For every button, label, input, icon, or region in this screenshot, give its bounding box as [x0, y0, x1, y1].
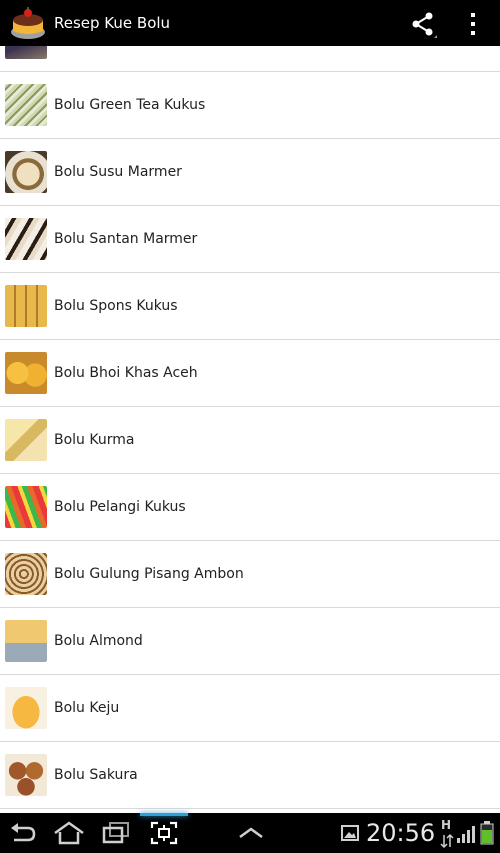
- list-item-label: Bolu Susu Marmer: [54, 164, 182, 180]
- clock: 20:56: [366, 819, 436, 847]
- recipe-thumbnail: [5, 46, 47, 59]
- list-item[interactable]: Bolu Kurma: [0, 407, 500, 474]
- recipe-thumbnail: [5, 285, 47, 327]
- action-bar: Resep Kue Bolu: [0, 0, 500, 46]
- recipe-thumbnail: [5, 84, 47, 126]
- list-item-label: Bolu Sakura: [54, 767, 138, 783]
- system-bar: 20:56 H: [0, 813, 500, 853]
- list-item[interactable]: Bolu Susu Marmer: [0, 139, 500, 206]
- signal-icon: [457, 826, 475, 843]
- list-item[interactable]: Bolu Gulung Pisang Ambon: [0, 541, 500, 608]
- menu-up-icon[interactable]: [236, 820, 266, 846]
- recipe-thumbnail: [5, 553, 47, 595]
- active-indicator: [140, 813, 188, 816]
- list-item-label: Bolu Almond: [54, 633, 143, 649]
- list-item[interactable]: Bolu Sakura: [0, 742, 500, 809]
- list-item[interactable]: Bolu Keju: [0, 675, 500, 742]
- list-item[interactable]: Bolu Pelangi Kukus: [0, 474, 500, 541]
- recipe-thumbnail: [5, 151, 47, 193]
- list-item-label: Bolu Keju: [54, 700, 120, 716]
- recipe-thumbnail: [5, 218, 47, 260]
- recipe-thumbnail: [5, 620, 47, 662]
- list-item-label: Bolu Santan Marmer: [54, 231, 198, 247]
- list-item[interactable]: Bolu Santan Marmer: [0, 206, 500, 273]
- recent-apps-icon[interactable]: [100, 820, 132, 846]
- list-item[interactable]: Bolu Almond: [0, 608, 500, 675]
- back-icon[interactable]: [8, 820, 38, 846]
- network-type: H: [441, 818, 452, 832]
- list-item[interactable]: Bolu Green Tea Kukus: [0, 72, 500, 139]
- home-icon[interactable]: [52, 820, 86, 846]
- more-vert-icon[interactable]: [461, 9, 485, 39]
- data-arrows-icon: [440, 833, 454, 849]
- battery-icon: [480, 821, 494, 845]
- screenshot-icon[interactable]: [148, 820, 180, 846]
- list-item-label: Bolu Green Tea Kukus: [54, 97, 206, 113]
- recipe-thumbnail: [5, 352, 47, 394]
- recipe-thumbnail: [5, 486, 47, 528]
- app-title: Resep Kue Bolu: [54, 14, 171, 32]
- list-item-label: Bolu Pelangi Kukus: [54, 499, 186, 515]
- recipe-thumbnail: [5, 754, 47, 796]
- list-item-label: Bolu Kurma: [54, 432, 135, 448]
- list-item-label: Bolu Bhoi Khas Aceh: [54, 365, 198, 381]
- list-item-label: Bolu Spons Kukus: [54, 298, 178, 314]
- list-item[interactable]: Bolu Spons Kukus: [0, 273, 500, 340]
- list-item[interactable]: Bolu Bhoi Khas Aceh: [0, 340, 500, 407]
- list-item-label: Bolu Gulung Pisang Ambon: [54, 566, 244, 582]
- gallery-icon: [341, 825, 359, 841]
- recipe-thumbnail: [5, 687, 47, 729]
- recipe-thumbnail: [5, 419, 47, 461]
- share-icon[interactable]: [408, 9, 438, 39]
- cake-icon[interactable]: [10, 6, 46, 40]
- recipe-list[interactable]: Bolu Green Tea Kukus Bolu Susu Marmer Bo…: [0, 46, 500, 813]
- list-item[interactable]: [0, 46, 500, 72]
